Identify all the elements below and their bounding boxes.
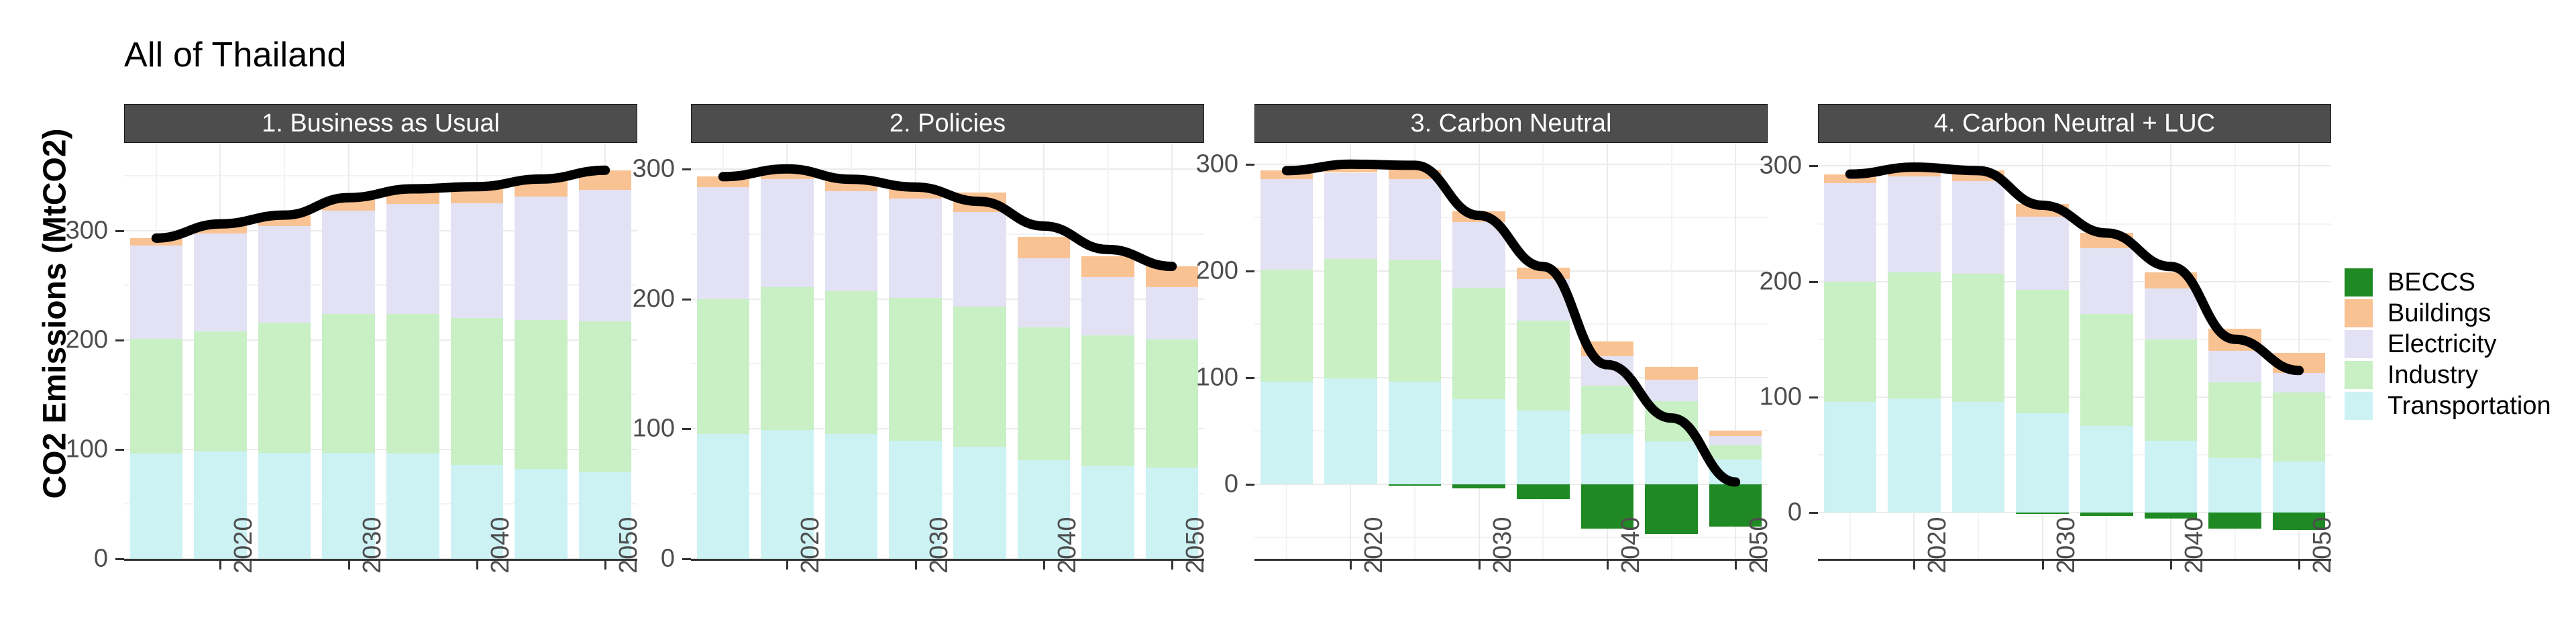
x-axis-tick <box>219 561 222 570</box>
y-axis-tick <box>115 558 124 560</box>
x-axis-tick <box>2169 561 2172 570</box>
plot-area <box>1818 143 2331 559</box>
legend: BECCS Buildings Electricity Industry Transpo… <box>2345 267 2551 421</box>
legend-item-electricity[interactable]: Electricity <box>2345 329 2551 360</box>
y-axis-label: 0 <box>93 544 108 573</box>
x-axis-tick <box>914 561 917 570</box>
plot-area <box>691 143 1204 559</box>
x-axis-tick <box>786 561 789 570</box>
legend-item-transportation[interactable]: Transportation <box>2345 390 2551 421</box>
legend-label: Transportation <box>2387 391 2551 420</box>
legend-swatch-icon <box>2345 361 2373 389</box>
facet-panel-2: 2. Policies 0 100 200 300 2020 2030 2040 2050 <box>633 104 1210 626</box>
x-axis-tick <box>1606 561 1609 570</box>
x-axis-label: 2040 <box>2180 517 2208 574</box>
y-axis-tick <box>1809 396 1818 398</box>
y-axis-tick <box>115 229 124 232</box>
net-emissions-line <box>151 165 610 243</box>
x-axis-tick <box>1171 561 1174 570</box>
panel-strip-label: 2. Policies <box>691 104 1204 143</box>
y-axis-label: 100 <box>1195 363 1238 392</box>
y-axis-tick <box>1246 483 1254 486</box>
x-axis-tick <box>347 561 350 570</box>
y-axis-label: 300 <box>1759 151 1802 180</box>
x-axis-label: 2040 <box>486 517 515 574</box>
panel-strip-label: 4. Carbon Neutral + LUC <box>1818 104 2331 143</box>
net-emissions-line <box>1845 162 2304 376</box>
legend-swatch-icon <box>2345 299 2373 327</box>
y-axis-tick <box>115 448 124 451</box>
legend-swatch-icon <box>2345 268 2373 297</box>
y-axis-label: 0 <box>1224 470 1238 498</box>
x-axis-label: 2050 <box>2308 517 2337 574</box>
y-axis-tick <box>1809 512 1818 515</box>
x-axis-label: 2020 <box>796 517 825 574</box>
facet-panel-container: 1. Business as Usual 0 100 200 300 2020 2030 20… <box>0 0 2576 644</box>
y-axis-label: 200 <box>65 325 108 354</box>
plot-area <box>1254 143 1768 559</box>
y-axis-label: 200 <box>1759 267 1802 296</box>
x-axis-label: 2030 <box>924 517 953 574</box>
x-axis-label: 2020 <box>1360 517 1389 574</box>
y-axis-tick <box>1809 165 1818 168</box>
facet-panel-3: 3. Carbon Neutral 0 100 200 300 2020 2030 2040 2… <box>1196 104 1773 626</box>
legend-label: BECCS <box>2387 268 2475 297</box>
x-axis-tick <box>1478 561 1481 570</box>
facet-panel-1: 1. Business as Usual 0 100 200 300 2020 2030 20… <box>66 104 643 626</box>
legend-swatch-icon <box>2345 392 2373 420</box>
legend-swatch-icon <box>2345 330 2373 358</box>
y-axis-tick <box>1809 280 1818 283</box>
y-axis-tick <box>682 168 691 170</box>
y-axis-tick <box>1246 163 1254 166</box>
x-axis-tick <box>1042 561 1045 570</box>
x-axis-label: 2020 <box>229 517 258 574</box>
net-emissions-line <box>1281 159 1741 487</box>
x-axis-tick <box>476 561 478 570</box>
legend-item-buildings[interactable]: Buildings <box>2345 298 2551 329</box>
y-axis-tick <box>682 558 691 560</box>
x-axis-tick <box>2041 561 2044 570</box>
y-axis-label: 100 <box>632 414 675 443</box>
y-axis-tick <box>682 298 691 301</box>
panel-strip-label: 3. Carbon Neutral <box>1254 104 1768 143</box>
x-axis-tick <box>1735 561 1737 570</box>
net-emissions-line <box>718 164 1177 272</box>
legend-label: Industry <box>2387 360 2479 389</box>
y-axis-tick <box>1246 376 1254 379</box>
x-axis-tick <box>2298 561 2301 570</box>
chart-root: All of Thailand CO2 Emissions (MtCO2) 1.… <box>0 0 2576 644</box>
x-axis-label: 2040 <box>1616 517 1645 574</box>
x-axis-tick <box>1913 561 1916 570</box>
y-axis-label: 200 <box>632 284 675 313</box>
y-axis-label: 300 <box>65 216 108 245</box>
x-axis-label: 2050 <box>1181 517 1210 574</box>
facet-panel-4: 4. Carbon Neutral + LUC 0 100 200 300 2020 203… <box>1760 104 2337 626</box>
x-axis-label: 2030 <box>1488 517 1517 574</box>
y-axis-tick <box>682 428 691 431</box>
panel-strip-label: 1. Business as Usual <box>124 104 637 143</box>
plot-area <box>124 143 637 559</box>
legend-label: Electricity <box>2387 329 2497 358</box>
x-axis-label: 2030 <box>358 517 386 574</box>
y-axis-label: 200 <box>1195 256 1238 285</box>
y-axis-label: 300 <box>632 154 675 183</box>
y-axis-label: 0 <box>1787 498 1802 527</box>
legend-label: Buildings <box>2387 299 2491 327</box>
y-axis-label: 0 <box>660 544 675 573</box>
y-axis-tick <box>115 339 124 341</box>
y-axis-tick <box>1246 270 1254 272</box>
y-axis-label: 300 <box>1195 150 1238 178</box>
x-axis-label: 2020 <box>1923 517 1952 574</box>
x-axis-tick <box>1350 561 1352 570</box>
legend-item-beccs[interactable]: BECCS <box>2345 267 2551 298</box>
x-axis-label: 2030 <box>2051 517 2080 574</box>
y-axis-label: 100 <box>1759 382 1802 411</box>
y-axis-label: 100 <box>65 435 108 464</box>
x-axis-label: 2040 <box>1053 517 1081 574</box>
legend-item-industry[interactable]: Industry <box>2345 360 2551 390</box>
